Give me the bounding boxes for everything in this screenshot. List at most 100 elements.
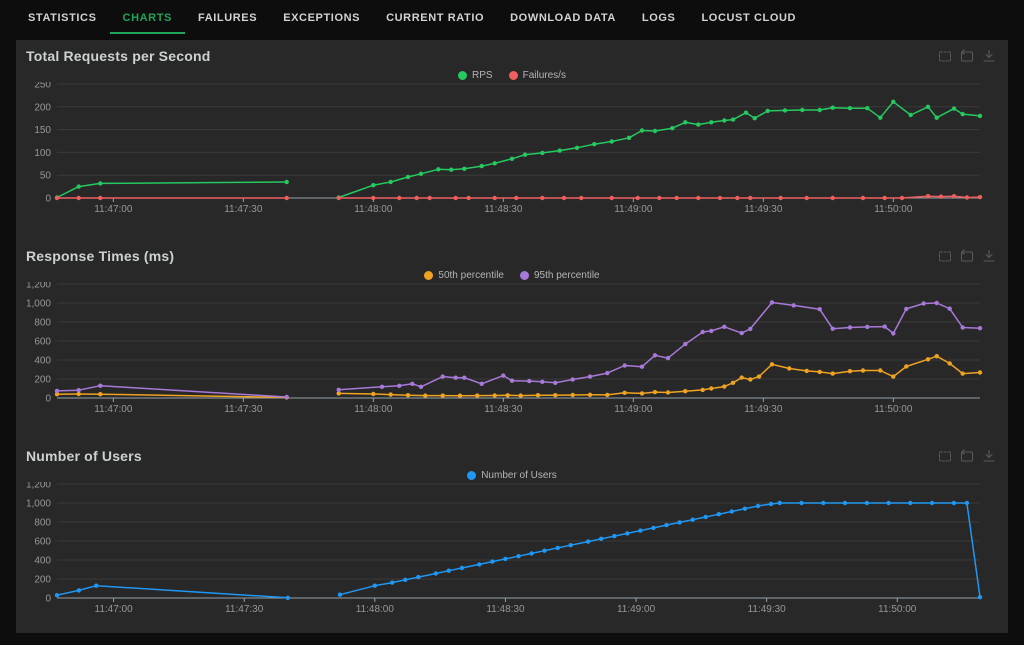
svg-text:11:47:30: 11:47:30 bbox=[225, 604, 264, 615]
data-zoom-icon[interactable] bbox=[938, 249, 952, 263]
svg-text:200: 200 bbox=[34, 575, 51, 586]
restore-icon[interactable] bbox=[960, 49, 974, 63]
svg-text:250: 250 bbox=[34, 82, 51, 91]
chart-section-response-times: Response Times (ms) 50th percentile 95th … bbox=[16, 244, 1008, 422]
legend-label: Failures/s bbox=[523, 70, 566, 81]
chart-section-number-of-users: Number of Users Number of Users 0 200 400 6… bbox=[16, 444, 1008, 622]
charts-panel: Total Requests per Second RPSFailures/s … bbox=[16, 40, 1008, 633]
tab-exceptions[interactable]: EXCEPTIONS bbox=[270, 0, 373, 34]
svg-text:200: 200 bbox=[34, 375, 51, 386]
legend-label: RPS bbox=[472, 70, 493, 81]
svg-text:1,200: 1,200 bbox=[26, 482, 51, 491]
axis-labels: 0 50 100 150 200 250 11:47:00 11:47:30 11:48:00 1… bbox=[34, 82, 913, 215]
svg-text:11:48:30: 11:48:30 bbox=[484, 204, 523, 215]
tab-bar: STATISTICSCHARTSFAILURESEXCEPTIONSCURREN… bbox=[0, 0, 1024, 36]
legend-item-rps[interactable]: RPS bbox=[458, 70, 493, 81]
legend-item-95th-percentile[interactable]: 95th percentile bbox=[520, 270, 600, 281]
gridlines bbox=[57, 484, 980, 602]
svg-text:50: 50 bbox=[40, 171, 52, 182]
svg-text:11:50:00: 11:50:00 bbox=[874, 404, 913, 415]
svg-text:0: 0 bbox=[45, 394, 51, 405]
legend-label: 95th percentile bbox=[534, 270, 600, 281]
chart-plot-area[interactable]: 0 200 400 600 800 1,000 1,200 11:47:00 11:47:30 1… bbox=[16, 282, 1008, 422]
svg-text:0: 0 bbox=[45, 194, 51, 205]
tab-current-ratio[interactable]: CURRENT RATIO bbox=[373, 0, 497, 34]
svg-text:11:47:30: 11:47:30 bbox=[224, 204, 263, 215]
svg-text:11:49:30: 11:49:30 bbox=[744, 404, 783, 415]
series-rps bbox=[55, 100, 982, 200]
chart-header: Number of Users bbox=[16, 444, 1008, 468]
svg-text:11:48:30: 11:48:30 bbox=[486, 604, 525, 615]
tab-charts[interactable]: CHARTS bbox=[110, 0, 185, 34]
svg-text:11:47:00: 11:47:00 bbox=[94, 204, 133, 215]
data-zoom-icon[interactable] bbox=[938, 49, 952, 63]
series-95th-percentile bbox=[55, 300, 982, 399]
chart-plot-area[interactable]: 0 50 100 150 200 250 11:47:00 11:47:30 11:48:00 1… bbox=[16, 82, 1008, 222]
svg-text:400: 400 bbox=[34, 356, 51, 367]
legend-item-failures-s[interactable]: Failures/s bbox=[509, 70, 566, 81]
chart-title: Number of Users bbox=[26, 448, 142, 464]
tab-logs[interactable]: LOGS bbox=[629, 0, 689, 34]
chart-title: Total Requests per Second bbox=[26, 48, 210, 64]
svg-text:11:47:00: 11:47:00 bbox=[94, 404, 133, 415]
svg-text:11:50:00: 11:50:00 bbox=[874, 204, 913, 215]
axis-labels: 02004006008001,0001,20011:47:0011:47:301… bbox=[26, 482, 917, 615]
svg-text:0: 0 bbox=[45, 594, 51, 605]
chart-legend: Number of Users bbox=[16, 468, 1008, 482]
series-failures-s bbox=[55, 194, 982, 200]
series-number-of-users bbox=[55, 501, 982, 600]
svg-text:11:49:30: 11:49:30 bbox=[748, 604, 787, 615]
data-zoom-icon[interactable] bbox=[938, 449, 952, 463]
restore-icon[interactable] bbox=[960, 249, 974, 263]
svg-text:1,000: 1,000 bbox=[26, 499, 51, 510]
svg-text:400: 400 bbox=[34, 556, 51, 567]
chart-section-total-requests-per-second: Total Requests per Second RPSFailures/s … bbox=[16, 44, 1008, 222]
svg-text:150: 150 bbox=[34, 125, 51, 136]
svg-text:11:49:30: 11:49:30 bbox=[744, 204, 783, 215]
svg-text:200: 200 bbox=[34, 102, 51, 113]
tab-failures[interactable]: FAILURES bbox=[185, 0, 270, 34]
svg-text:11:49:00: 11:49:00 bbox=[614, 204, 653, 215]
chart-legend: RPS Failures/s bbox=[16, 68, 1008, 82]
save-image-icon[interactable] bbox=[982, 49, 996, 63]
restore-icon[interactable] bbox=[960, 449, 974, 463]
chart-toolbox bbox=[938, 49, 996, 63]
chart-toolbox bbox=[938, 249, 996, 263]
svg-text:800: 800 bbox=[34, 518, 51, 529]
legend-dot bbox=[509, 71, 518, 80]
svg-text:1,200: 1,200 bbox=[26, 282, 51, 291]
tab-locust-cloud[interactable]: LOCUST CLOUD bbox=[688, 0, 809, 34]
tab-statistics[interactable]: STATISTICS bbox=[15, 0, 110, 34]
legend-item-50th-percentile[interactable]: 50th percentile bbox=[424, 270, 504, 281]
gridlines bbox=[57, 284, 980, 402]
svg-text:100: 100 bbox=[34, 148, 51, 159]
series-50th-percentile bbox=[55, 354, 982, 400]
svg-text:800: 800 bbox=[34, 318, 51, 329]
svg-text:11:50:00: 11:50:00 bbox=[878, 604, 917, 615]
legend-item-number-of-users[interactable]: Number of Users bbox=[467, 470, 557, 481]
svg-text:11:48:00: 11:48:00 bbox=[354, 404, 393, 415]
chart-plot-area[interactable]: 02004006008001,0001,20011:47:0011:47:301… bbox=[16, 482, 1008, 622]
save-image-icon[interactable] bbox=[982, 449, 996, 463]
svg-text:11:47:30: 11:47:30 bbox=[224, 404, 263, 415]
gridlines bbox=[57, 84, 980, 202]
svg-text:11:49:00: 11:49:00 bbox=[617, 604, 656, 615]
legend-label: Number of Users bbox=[481, 470, 557, 481]
tab-download-data[interactable]: DOWNLOAD DATA bbox=[497, 0, 629, 34]
chart-header: Total Requests per Second bbox=[16, 44, 1008, 68]
chart-title: Response Times (ms) bbox=[26, 248, 174, 264]
svg-text:600: 600 bbox=[34, 337, 51, 348]
svg-text:1,000: 1,000 bbox=[26, 299, 51, 310]
legend-dot bbox=[458, 71, 467, 80]
chart-toolbox bbox=[938, 449, 996, 463]
svg-text:11:48:00: 11:48:00 bbox=[354, 204, 393, 215]
legend-dot bbox=[424, 271, 433, 280]
svg-text:600: 600 bbox=[34, 537, 51, 548]
chart-header: Response Times (ms) bbox=[16, 244, 1008, 268]
svg-text:11:48:00: 11:48:00 bbox=[356, 604, 395, 615]
legend-label: 50th percentile bbox=[438, 270, 504, 281]
svg-text:11:48:30: 11:48:30 bbox=[484, 404, 523, 415]
save-image-icon[interactable] bbox=[982, 249, 996, 263]
chart-legend: 50th percentile 95th percentile bbox=[16, 268, 1008, 282]
svg-text:11:49:00: 11:49:00 bbox=[614, 404, 653, 415]
